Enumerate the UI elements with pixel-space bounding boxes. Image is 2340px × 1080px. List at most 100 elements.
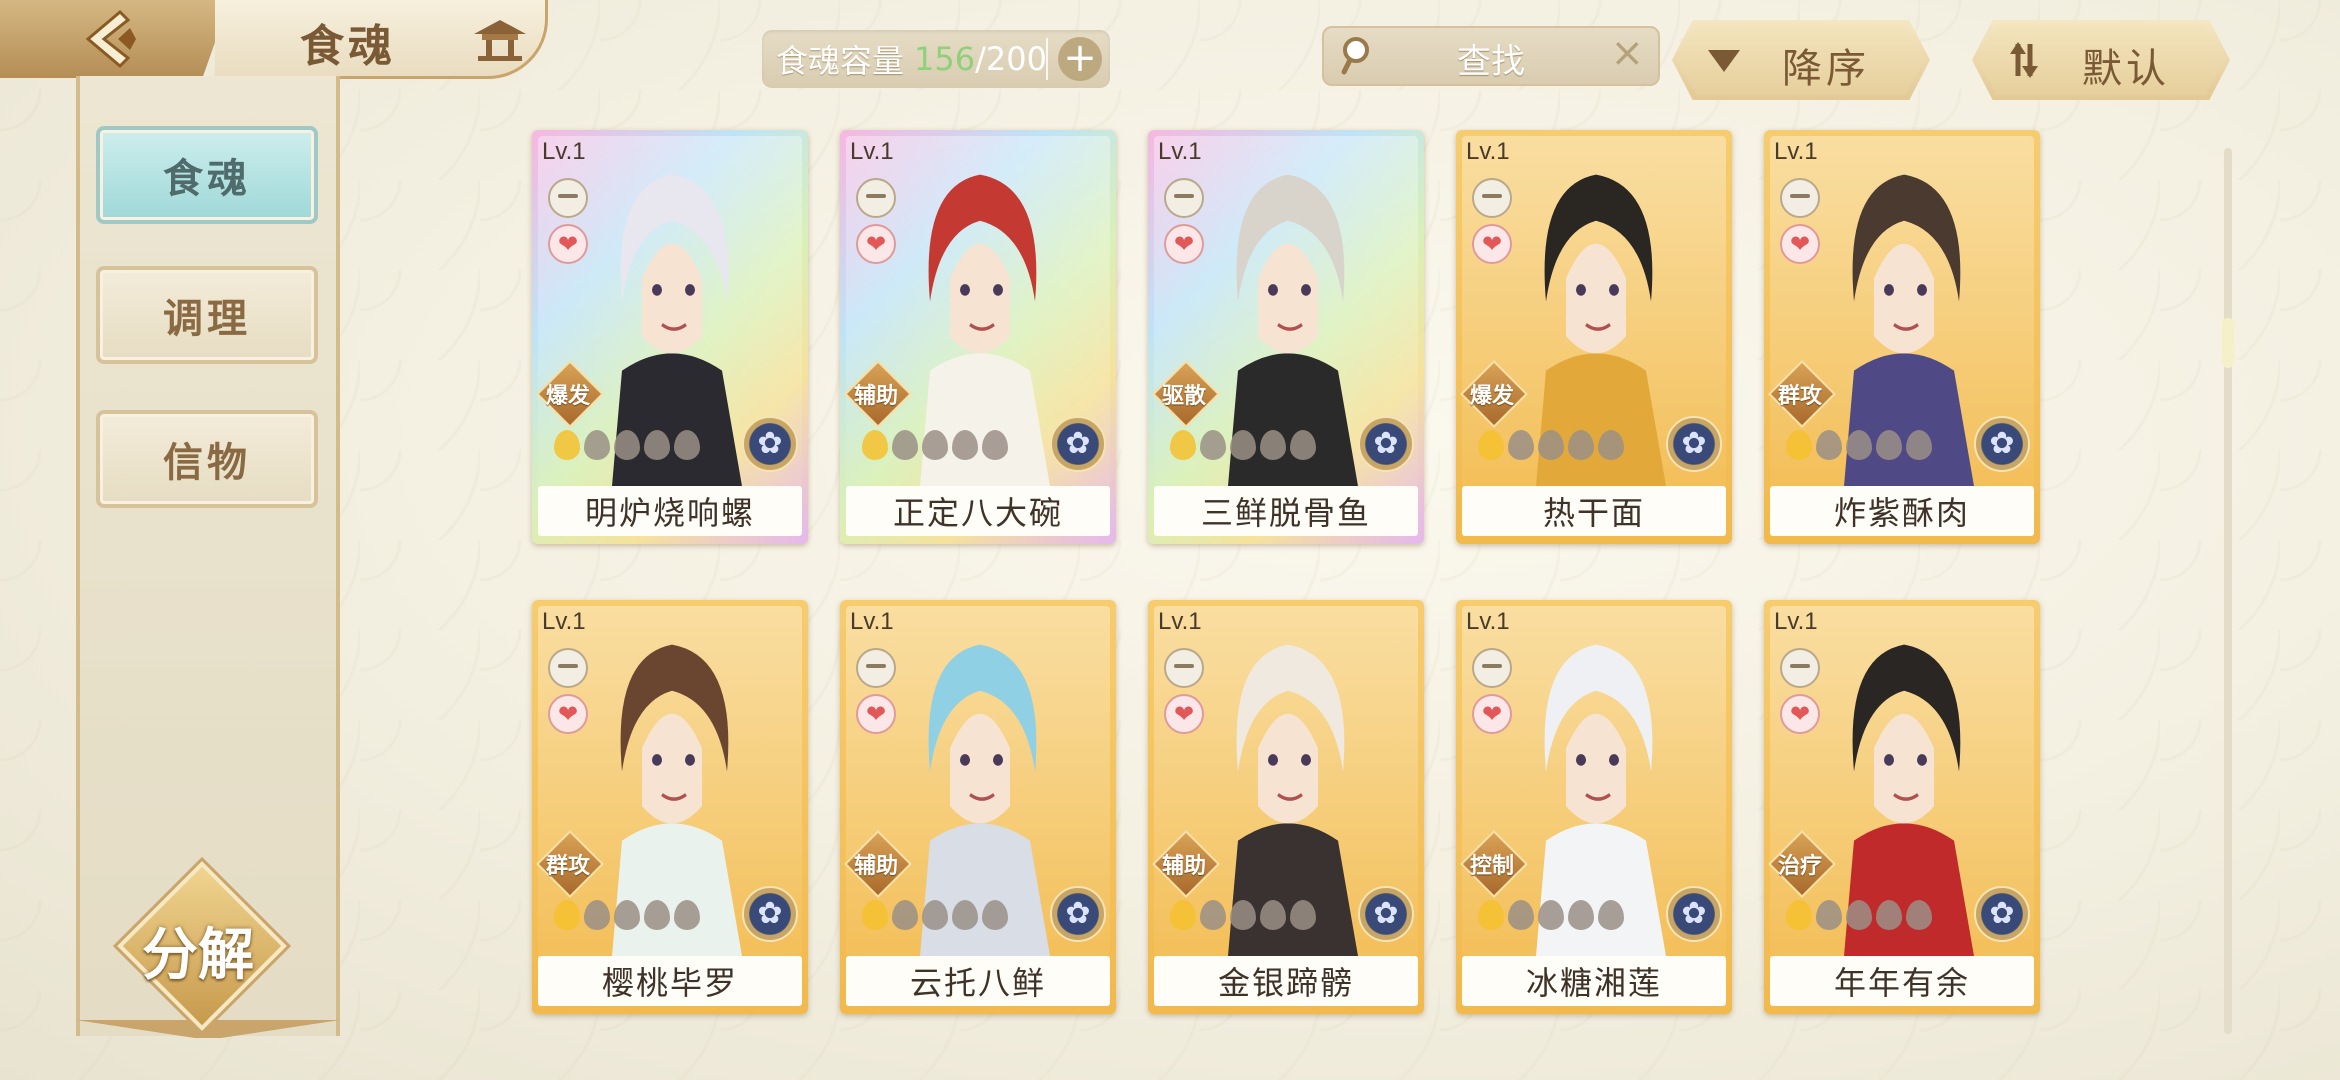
card-level: Lv.1 [850, 608, 894, 635]
food-soul-card[interactable]: Lv.1 ❤ 群攻 ✿ 炸紫酥肉 [1764, 130, 2040, 544]
star-icon [1478, 430, 1504, 460]
element-icon: ✿ [1050, 416, 1106, 472]
card-level: Lv.1 [1158, 608, 1202, 635]
food-soul-card[interactable]: Lv.1 ❤ 治疗 ✿ 年年有余 [1764, 600, 2040, 1014]
card-level: Lv.1 [1158, 138, 1202, 165]
card-name: 樱桃毕罗 [538, 956, 802, 1006]
star-icon [1906, 900, 1932, 930]
food-soul-card[interactable]: Lv.1 ❤ 驱散 ✿ 三鲜脱骨鱼 [1148, 130, 1424, 544]
food-soul-card[interactable]: Lv.1 ❤ 辅助 ✿ 金银蹄髈 [1148, 600, 1424, 1014]
star-icon [554, 430, 580, 460]
star-icon [614, 900, 640, 930]
star-icon [614, 430, 640, 460]
role-badge: 辅助 [844, 360, 912, 428]
star-icon [1816, 430, 1842, 460]
card-name: 年年有余 [1770, 956, 2034, 1006]
food-soul-card[interactable]: Lv.1 ❤ 爆发 ✿ 明炉烧响螺 [532, 130, 808, 544]
heart-icon: ❤ [1164, 224, 1204, 264]
star-rating [554, 430, 700, 460]
role-label: 群攻 [545, 854, 590, 879]
star-rating [862, 900, 1008, 930]
star-icon [1876, 900, 1902, 930]
role-label: 爆发 [545, 384, 590, 409]
element-icon: ✿ [742, 416, 798, 472]
heart-icon: ❤ [548, 224, 588, 264]
star-icon [1290, 900, 1316, 930]
close-icon[interactable]: × [1610, 30, 1644, 76]
bowl-icon [548, 648, 588, 688]
role-badge: 辅助 [844, 830, 912, 898]
star-icon [1568, 430, 1594, 460]
star-icon [1230, 900, 1256, 930]
element-icon: ✿ [1358, 886, 1414, 942]
bowl-icon [1164, 178, 1204, 218]
star-icon [1170, 900, 1196, 930]
back-arrow-icon [85, 9, 136, 69]
scrollbar-thumb[interactable] [2222, 318, 2234, 368]
star-rating [554, 900, 700, 930]
star-rating [1478, 430, 1624, 460]
sort-desc-icon [1708, 50, 1740, 72]
search-input[interactable]: 查找 [1324, 34, 1658, 83]
search-box[interactable]: 查找 × [1322, 26, 1660, 86]
card-name: 冰糖湘莲 [1462, 956, 1726, 1006]
star-icon [952, 430, 978, 460]
star-icon [1508, 430, 1534, 460]
role-label: 群攻 [1777, 384, 1822, 409]
food-soul-card[interactable]: Lv.1 ❤ 群攻 ✿ 樱桃毕罗 [532, 600, 808, 1014]
page-title: 食魂 [300, 21, 396, 72]
star-icon [1846, 430, 1872, 460]
star-icon [584, 430, 610, 460]
tab-shihun[interactable]: 食魂 [96, 126, 318, 224]
star-icon [1170, 430, 1196, 460]
home-pavilion-icon[interactable] [470, 14, 530, 64]
role-badge: 爆发 [536, 360, 604, 428]
heart-icon: ❤ [548, 694, 588, 734]
role-badge: 治疗 [1768, 830, 1836, 898]
capacity-current: 156 [914, 40, 976, 78]
star-icon [1260, 430, 1286, 460]
role-label: 驱散 [1161, 384, 1206, 409]
star-icon [1786, 900, 1812, 930]
food-soul-card[interactable]: Lv.1 ❤ 控制 ✿ 冰糖湘莲 [1456, 600, 1732, 1014]
capacity-max: 200 [985, 40, 1047, 78]
food-soul-card[interactable]: Lv.1 ❤ 辅助 ✿ 云托八鲜 [840, 600, 1116, 1014]
star-icon [1568, 900, 1594, 930]
add-capacity-button[interactable]: + [1058, 37, 1102, 81]
tab-tiaoli[interactable]: 调理 [96, 266, 318, 364]
food-soul-card[interactable]: Lv.1 ❤ 辅助 ✿ 正定八大碗 [840, 130, 1116, 544]
star-icon [862, 430, 888, 460]
card-name: 金银蹄髈 [1154, 956, 1418, 1006]
heart-icon: ❤ [856, 694, 896, 734]
bowl-icon [1780, 178, 1820, 218]
star-icon [1200, 900, 1226, 930]
capacity-display: 食魂容量 156 / 200 + [762, 30, 1110, 88]
star-icon [674, 900, 700, 930]
card-level: Lv.1 [1466, 608, 1510, 635]
role-badge: 爆发 [1460, 360, 1528, 428]
decompose-button[interactable]: 分解 [117, 861, 287, 1031]
star-rating [1786, 430, 1932, 460]
food-soul-card[interactable]: Lv.1 ❤ 爆发 ✿ 热干面 [1456, 130, 1732, 544]
filter-button[interactable]: 默认 [1972, 20, 2230, 100]
star-icon [1786, 430, 1812, 460]
scrollbar-track[interactable] [2224, 148, 2232, 1034]
back-button[interactable] [0, 0, 230, 78]
star-icon [1260, 900, 1286, 930]
tab-xinwu[interactable]: 信物 [96, 410, 318, 508]
card-name: 明炉烧响螺 [538, 486, 802, 536]
sort-button[interactable]: 降序 [1672, 20, 1930, 100]
card-level: Lv.1 [1774, 608, 1818, 635]
element-icon: ✿ [1666, 416, 1722, 472]
star-icon [1230, 430, 1256, 460]
star-icon [1478, 900, 1504, 930]
bowl-icon [1164, 648, 1204, 688]
star-rating [1478, 900, 1624, 930]
star-icon [1816, 900, 1842, 930]
sort-button-label: 降序 [1782, 46, 1870, 92]
role-badge: 驱散 [1152, 360, 1220, 428]
star-icon [554, 900, 580, 930]
role-label: 控制 [1469, 854, 1514, 879]
bowl-icon [1472, 648, 1512, 688]
bowl-icon [856, 178, 896, 218]
